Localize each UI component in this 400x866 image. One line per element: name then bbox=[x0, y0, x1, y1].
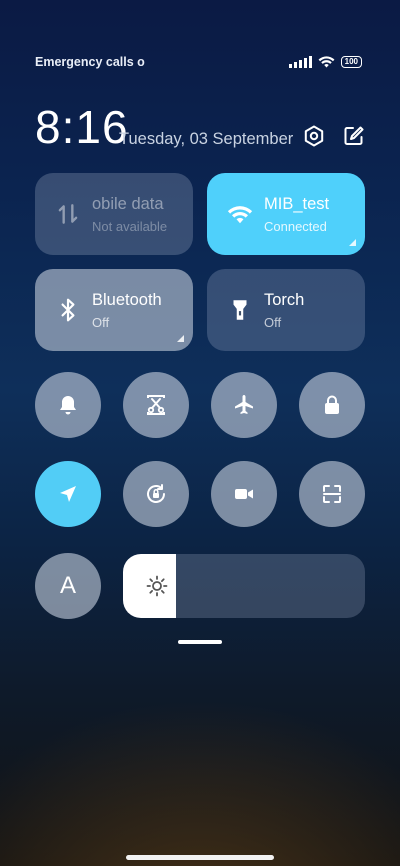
airplane-toggle[interactable] bbox=[211, 372, 277, 438]
wifi-icon bbox=[318, 56, 335, 68]
bluetooth-tile[interactable]: Bluetooth Off bbox=[35, 269, 193, 351]
carrier-text: Emergency calls o bbox=[35, 55, 145, 69]
auto-brightness-toggle[interactable]: A bbox=[35, 553, 101, 619]
rotation-lock-icon bbox=[147, 484, 165, 503]
airplane-icon bbox=[235, 395, 253, 414]
wifi-status: Connected bbox=[264, 219, 327, 234]
brightness-slider[interactable] bbox=[123, 554, 365, 618]
scanner-toggle[interactable] bbox=[299, 461, 365, 527]
wifi-network-name: MIB_test bbox=[264, 195, 330, 213]
settings-icon[interactable] bbox=[302, 124, 326, 148]
video-camera-icon bbox=[235, 489, 253, 499]
mobile-data-icon bbox=[58, 204, 78, 224]
screenshot-toggle[interactable] bbox=[123, 372, 189, 438]
location-toggle[interactable] bbox=[35, 461, 101, 527]
scan-icon bbox=[323, 485, 341, 503]
date-label: Tuesday, 03 September bbox=[119, 130, 294, 148]
bell-icon bbox=[60, 396, 76, 415]
clock: 8:16 bbox=[35, 101, 129, 153]
drag-handle[interactable] bbox=[178, 640, 222, 644]
mobile-data-tile[interactable]: obile data Not available bbox=[35, 173, 193, 255]
lock-icon bbox=[325, 395, 339, 414]
wifi-icon bbox=[227, 206, 253, 224]
signal-icon bbox=[288, 55, 312, 68]
location-arrow-icon bbox=[60, 486, 76, 502]
torch-icon bbox=[233, 300, 247, 320]
lock-toggle[interactable] bbox=[299, 372, 365, 438]
status-bar: Emergency calls o 100 bbox=[35, 55, 362, 71]
bluetooth-title: Bluetooth bbox=[92, 291, 162, 309]
auto-brightness-letter: A bbox=[59, 572, 76, 599]
edit-icon[interactable] bbox=[342, 124, 366, 148]
mobile-data-title: obile data bbox=[92, 195, 164, 213]
torch-status: Off bbox=[264, 315, 282, 330]
scissors-icon bbox=[147, 395, 165, 415]
torch-tile[interactable]: Torch Off bbox=[207, 269, 365, 351]
auto-rotate-toggle[interactable] bbox=[123, 461, 189, 527]
mobile-data-status: Not available bbox=[92, 219, 168, 234]
expand-corner-icon[interactable] bbox=[177, 335, 184, 342]
header: 8:16 Tuesday, 03 September bbox=[35, 100, 365, 156]
screen-recorder-toggle[interactable] bbox=[211, 461, 277, 527]
home-indicator[interactable] bbox=[126, 855, 274, 860]
wifi-tile[interactable]: MIB_test Connected bbox=[207, 173, 365, 255]
battery-icon: 100 bbox=[340, 55, 362, 68]
expand-corner-icon[interactable] bbox=[349, 239, 356, 246]
brightness-sun-icon bbox=[146, 575, 168, 597]
bluetooth-icon bbox=[61, 298, 75, 322]
silent-toggle[interactable] bbox=[35, 372, 101, 438]
bluetooth-status: Off bbox=[92, 315, 110, 330]
torch-title: Torch bbox=[264, 291, 305, 309]
